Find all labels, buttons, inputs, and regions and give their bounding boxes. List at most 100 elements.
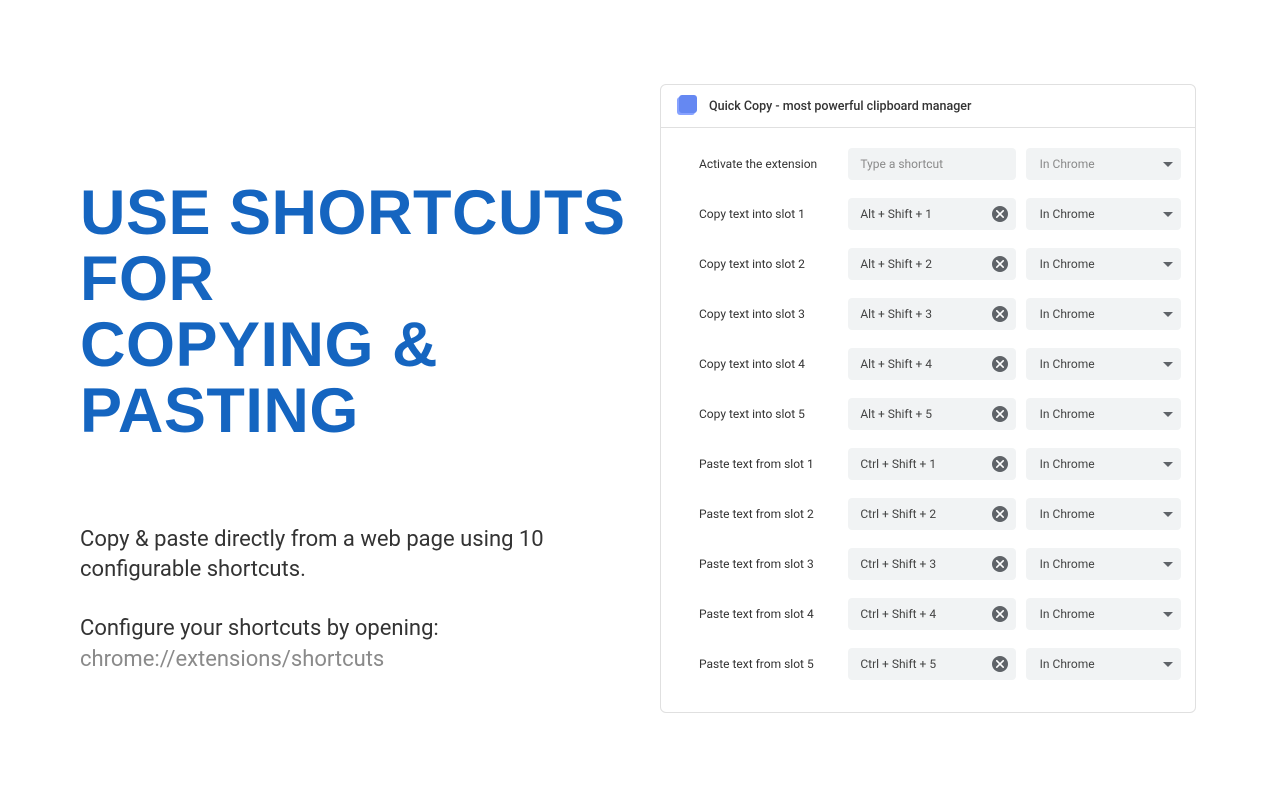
shortcut-row-label: Copy text into slot 4 [699,357,838,371]
body-paragraph-2: Configure your shortcuts by opening: chr… [80,614,640,676]
scope-select[interactable]: In Chrome [1026,348,1181,380]
shortcut-row: Paste text from slot 2 Ctrl + Shift + 2 In… [699,498,1181,530]
body-copy: Copy & paste directly from a web page us… [80,525,640,704]
chevron-down-icon [1163,159,1173,169]
scope-select[interactable]: In Chrome [1026,448,1181,480]
shortcut-input-text: Alt + Shift + 4 [860,357,991,371]
scope-select-text: In Chrome [1040,357,1163,371]
shortcut-input[interactable]: Ctrl + Shift + 5 [848,648,1015,680]
headline-line-1: Use shortcuts for [80,180,640,312]
scope-select[interactable]: In Chrome [1026,648,1181,680]
shortcut-input-text: Ctrl + Shift + 1 [860,457,991,471]
shortcut-row: Paste text from slot 5 Ctrl + Shift + 5 In… [699,648,1181,680]
scope-select[interactable]: In Chrome [1026,398,1181,430]
shortcut-row-label: Activate the extension [699,157,838,171]
card-body: Activate the extension Type a shortcut In … [661,128,1195,712]
shortcut-input[interactable]: Ctrl + Shift + 4 [848,598,1015,630]
clear-shortcut-icon[interactable] [992,306,1008,322]
shortcut-input[interactable]: Type a shortcut [848,148,1015,180]
card-title: Quick Copy - most powerful clipboard man… [709,99,971,114]
shortcut-row: Copy text into slot 4 Alt + Shift + 4 In C… [699,348,1181,380]
chevron-down-icon [1163,259,1173,269]
shortcut-input-text: Ctrl + Shift + 4 [860,607,991,621]
shortcut-row-label: Paste text from slot 3 [699,557,838,571]
shortcut-row-label: Copy text into slot 2 [699,257,838,271]
chevron-down-icon [1163,359,1173,369]
shortcut-input[interactable]: Alt + Shift + 4 [848,348,1015,380]
shortcut-row-label: Paste text from slot 2 [699,507,838,521]
scope-select[interactable]: In Chrome [1026,248,1181,280]
clear-shortcut-icon[interactable] [992,456,1008,472]
shortcut-row: Paste text from slot 3 Ctrl + Shift + 3 In… [699,548,1181,580]
chevron-down-icon [1163,559,1173,569]
clear-shortcut-icon[interactable] [992,256,1008,272]
shortcut-row: Activate the extension Type a shortcut In … [699,148,1181,180]
headline: Use shortcuts for copying & pasting [80,180,640,445]
shortcut-row-label: Copy text into slot 5 [699,407,838,421]
clear-shortcut-icon[interactable] [992,206,1008,222]
chevron-down-icon [1163,659,1173,669]
shortcut-input-text: Ctrl + Shift + 5 [860,657,991,671]
shortcut-input[interactable]: Ctrl + Shift + 1 [848,448,1015,480]
shortcut-input[interactable]: Alt + Shift + 3 [848,298,1015,330]
chevron-down-icon [1163,209,1173,219]
card-header: Quick Copy - most powerful clipboard man… [661,85,1195,128]
scope-select-text: In Chrome [1040,407,1163,421]
scope-select-text: In Chrome [1040,257,1163,271]
scope-select[interactable]: In Chrome [1026,298,1181,330]
shortcut-row: Copy text into slot 3 Alt + Shift + 3 In C… [699,298,1181,330]
shortcut-row: Copy text into slot 2 Alt + Shift + 2 In C… [699,248,1181,280]
shortcut-input[interactable]: Alt + Shift + 5 [848,398,1015,430]
configure-path: chrome://extensions/shortcuts [80,647,384,672]
clear-shortcut-icon[interactable] [992,606,1008,622]
scope-select[interactable]: In Chrome [1026,198,1181,230]
shortcut-input-text: Alt + Shift + 1 [860,207,991,221]
shortcut-input-text: Alt + Shift + 3 [860,307,991,321]
chevron-down-icon [1163,459,1173,469]
shortcut-input-text: Ctrl + Shift + 2 [860,507,991,521]
body-paragraph-2-text: Configure your shortcuts by opening: [80,616,439,641]
clear-shortcut-icon[interactable] [992,406,1008,422]
shortcut-row: Paste text from slot 4 Ctrl + Shift + 4 In… [699,598,1181,630]
shortcut-row: Copy text into slot 5 Alt + Shift + 5 In C… [699,398,1181,430]
scope-select-text: In Chrome [1040,307,1163,321]
scope-select-text: In Chrome [1040,507,1163,521]
chevron-down-icon [1163,409,1173,419]
shortcut-row-label: Paste text from slot 4 [699,607,838,621]
scope-select-text: In Chrome [1040,457,1163,471]
body-paragraph-1: Copy & paste directly from a web page us… [80,525,640,587]
clear-shortcut-icon[interactable] [992,356,1008,372]
clear-shortcut-icon[interactable] [992,556,1008,572]
shortcut-input[interactable]: Alt + Shift + 1 [848,198,1015,230]
scope-select-text: In Chrome [1040,157,1163,171]
shortcut-input-text: Ctrl + Shift + 3 [860,557,991,571]
clear-shortcut-icon[interactable] [992,656,1008,672]
scope-select[interactable]: In Chrome [1026,498,1181,530]
shortcut-row-label: Copy text into slot 1 [699,207,838,221]
shortcut-input-text: Alt + Shift + 5 [860,407,991,421]
shortcut-input[interactable]: Alt + Shift + 2 [848,248,1015,280]
scope-select[interactable]: In Chrome [1026,548,1181,580]
clear-shortcut-icon[interactable] [992,506,1008,522]
scope-select-text: In Chrome [1040,607,1163,621]
scope-select-text: In Chrome [1040,557,1163,571]
chevron-down-icon [1163,309,1173,319]
shortcut-input[interactable]: Ctrl + Shift + 3 [848,548,1015,580]
scope-select-text: In Chrome [1040,207,1163,221]
chevron-down-icon [1163,509,1173,519]
shortcut-row-label: Copy text into slot 3 [699,307,838,321]
scope-select[interactable]: In Chrome [1026,598,1181,630]
shortcut-input-text: Alt + Shift + 2 [860,257,991,271]
scope-select-text: In Chrome [1040,657,1163,671]
shortcut-input[interactable]: Ctrl + Shift + 2 [848,498,1015,530]
shortcut-input-text: Type a shortcut [860,157,1007,171]
headline-line-2: copying & pasting [80,312,640,444]
shortcuts-card: Quick Copy - most powerful clipboard man… [660,84,1196,713]
scope-select[interactable]: In Chrome [1026,148,1181,180]
shortcut-row-label: Paste text from slot 5 [699,657,838,671]
extension-icon [677,97,695,115]
marketing-copy: Use shortcuts for copying & pasting Copy… [0,0,640,800]
chevron-down-icon [1163,609,1173,619]
shortcut-row-label: Paste text from slot 1 [699,457,838,471]
shortcut-row: Paste text from slot 1 Ctrl + Shift + 1 In… [699,448,1181,480]
